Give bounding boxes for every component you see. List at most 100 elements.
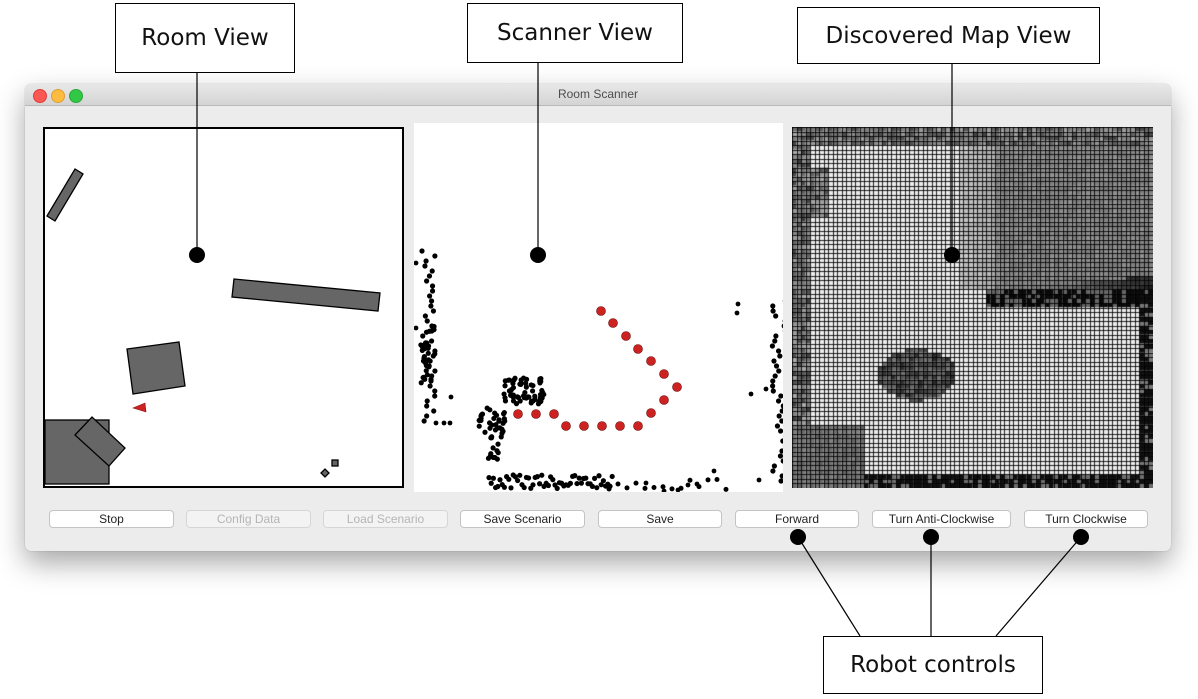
path-point bbox=[608, 318, 618, 328]
window-title: Room Scanner bbox=[557, 87, 639, 101]
scan-point bbox=[660, 484, 666, 490]
path-point bbox=[579, 421, 589, 431]
callout-room-view-label: Room View bbox=[141, 25, 269, 51]
save-button[interactable]: Save bbox=[598, 510, 722, 528]
scan-point bbox=[539, 387, 545, 394]
scan-point bbox=[428, 303, 434, 309]
scan-point bbox=[424, 318, 430, 324]
scan-point bbox=[530, 382, 536, 389]
path-point bbox=[659, 369, 669, 379]
scan-point bbox=[554, 485, 560, 491]
scan-point bbox=[583, 475, 589, 481]
robot-icon bbox=[132, 402, 147, 413]
scan-point bbox=[489, 422, 495, 428]
load-scenario-button[interactable]: Load Scenario bbox=[323, 510, 448, 528]
scan-point bbox=[643, 480, 649, 486]
scan-point bbox=[492, 454, 498, 461]
path-point bbox=[531, 409, 541, 419]
scan-point bbox=[492, 410, 498, 416]
scan-point bbox=[779, 418, 783, 424]
scan-point bbox=[424, 403, 430, 409]
scan-point bbox=[606, 486, 612, 492]
save-scenario-button[interactable]: Save Scenario bbox=[460, 510, 585, 528]
scan-point bbox=[723, 486, 729, 492]
scan-point bbox=[414, 260, 419, 266]
scan-point bbox=[426, 293, 433, 299]
scan-point bbox=[522, 389, 528, 396]
scan-point bbox=[669, 486, 675, 492]
scan-point bbox=[423, 362, 429, 369]
scan-point bbox=[687, 477, 693, 483]
scan-point bbox=[567, 480, 573, 486]
scan-point bbox=[490, 475, 496, 481]
scan-point bbox=[491, 415, 497, 422]
scan-point bbox=[545, 482, 551, 489]
scan-point bbox=[497, 477, 503, 483]
scan-point bbox=[589, 483, 595, 489]
callout-room-view: Room View bbox=[115, 3, 295, 73]
forward-button[interactable]: Forward bbox=[735, 510, 859, 528]
scan-point bbox=[711, 468, 717, 474]
path-point bbox=[646, 356, 656, 366]
scan-point bbox=[506, 476, 512, 482]
scan-point bbox=[596, 473, 602, 479]
scan-point bbox=[780, 438, 783, 444]
scan-point bbox=[771, 358, 777, 364]
scan-point bbox=[775, 398, 782, 404]
scan-point bbox=[510, 392, 517, 398]
path-point bbox=[561, 421, 571, 431]
scan-point bbox=[429, 288, 436, 294]
scan-point bbox=[770, 388, 776, 394]
scan-point bbox=[448, 394, 454, 400]
callout-robot-controls: Robot controls bbox=[823, 636, 1043, 694]
scan-point bbox=[774, 423, 781, 429]
obstacle-long-bar bbox=[231, 278, 381, 312]
scan-point bbox=[530, 482, 536, 488]
scan-point bbox=[424, 398, 430, 404]
config-data-button[interactable]: Config Data bbox=[186, 510, 311, 528]
scanner-view bbox=[414, 123, 783, 492]
scan-point bbox=[419, 347, 425, 354]
scan-point bbox=[685, 482, 691, 488]
scan-point bbox=[781, 323, 783, 329]
scan-point bbox=[778, 393, 783, 399]
title-bar[interactable]: Room Scanner bbox=[25, 84, 1171, 106]
scan-point bbox=[485, 455, 492, 461]
scan-point bbox=[780, 458, 783, 464]
scan-point bbox=[572, 473, 578, 479]
scan-point bbox=[432, 388, 438, 394]
scan-point bbox=[777, 453, 783, 459]
scan-point bbox=[775, 348, 782, 354]
scan-point bbox=[508, 485, 514, 491]
scan-point bbox=[578, 480, 584, 486]
scan-point bbox=[748, 391, 754, 397]
scan-point bbox=[642, 485, 648, 491]
scan-point bbox=[778, 478, 783, 484]
scan-point bbox=[429, 268, 435, 274]
scan-point bbox=[422, 313, 428, 319]
scan-point bbox=[501, 484, 507, 490]
scan-point bbox=[777, 428, 783, 434]
scan-point bbox=[771, 463, 777, 469]
scan-point bbox=[423, 340, 429, 346]
scan-point bbox=[515, 477, 521, 484]
scan-point bbox=[427, 358, 433, 364]
scan-point bbox=[421, 418, 427, 424]
turn-anticlockwise-button[interactable]: Turn Anti-Clockwise bbox=[872, 510, 1011, 528]
scan-point bbox=[501, 409, 507, 416]
scan-point bbox=[430, 308, 437, 314]
turn-clockwise-button[interactable]: Turn Clockwise bbox=[1024, 510, 1148, 528]
scan-point bbox=[777, 353, 783, 359]
scan-point bbox=[425, 350, 431, 356]
scan-point bbox=[505, 377, 511, 383]
stop-button[interactable]: Stop bbox=[49, 510, 174, 528]
callout-scanner-view-label: Scanner View bbox=[497, 20, 653, 46]
path-point bbox=[621, 331, 631, 341]
path-point bbox=[633, 344, 643, 354]
scan-point bbox=[426, 328, 433, 334]
scan-point bbox=[419, 248, 425, 254]
callout-map-view-label: Discovered Map View bbox=[825, 22, 1072, 49]
scan-point bbox=[424, 413, 430, 419]
obstacle-square-box bbox=[126, 341, 186, 395]
scan-point bbox=[538, 399, 544, 405]
